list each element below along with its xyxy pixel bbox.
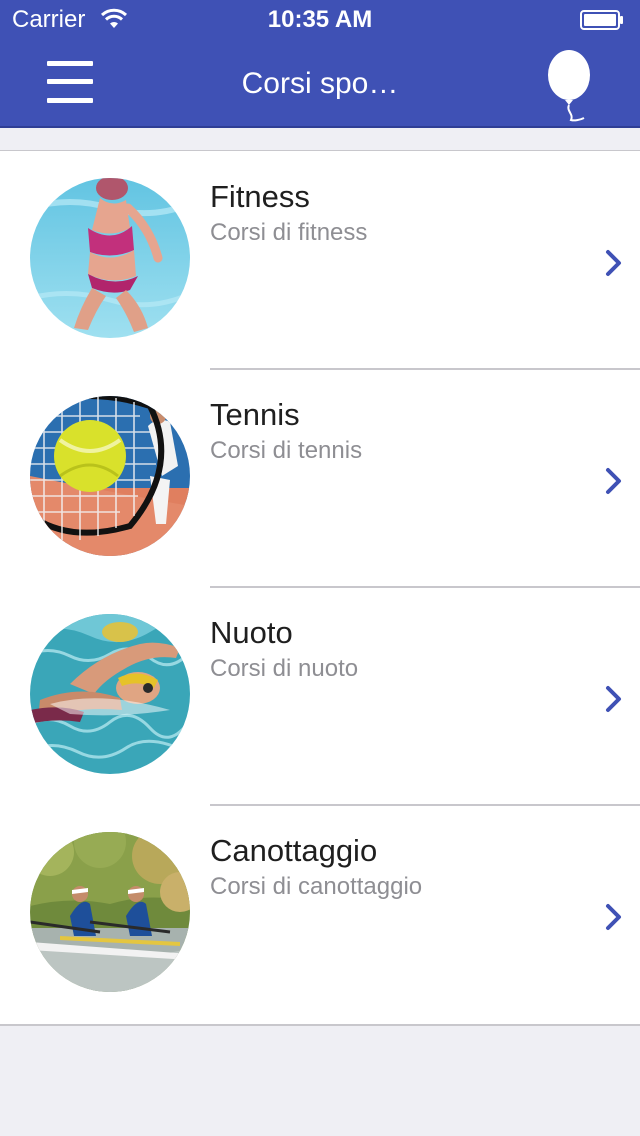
app-screen: Carrier 10:35 AM Corsi spo… Fitness Cors…	[0, 0, 640, 1136]
list-item-fitness[interactable]: Fitness Corsi di fitness	[0, 151, 640, 370]
chevron-right-icon	[606, 686, 621, 712]
status-bar: Carrier 10:35 AM	[0, 0, 640, 40]
balloon-icon[interactable]	[536, 48, 606, 122]
chevron-right-icon	[606, 468, 621, 494]
list-item-title: Fitness	[210, 179, 310, 214]
status-time: 10:35 AM	[267, 6, 373, 33]
nav-bar: Corsi spo…	[0, 40, 640, 128]
list-item-subtitle: Corsi di canottaggio	[210, 873, 423, 900]
courses-list: Fitness Corsi di fitness Tennis Corsi di…	[0, 150, 640, 1026]
menu-button[interactable]	[34, 50, 106, 114]
chevron-right-icon	[606, 250, 621, 276]
swimming-photo	[30, 614, 190, 774]
page-title: Corsi spo…	[241, 67, 399, 100]
rowing-photo	[30, 832, 190, 992]
menu-icon	[47, 61, 93, 103]
list-item-canottaggio[interactable]: Canottaggio Corsi di canottaggio	[0, 805, 640, 1023]
list-item-title: Tennis	[210, 397, 300, 432]
list-item-nuoto[interactable]: Nuoto Corsi di nuoto	[0, 587, 640, 806]
battery-icon	[580, 10, 623, 30]
list-item-subtitle: Corsi di nuoto	[210, 655, 359, 682]
chevron-right-icon	[606, 904, 621, 930]
list-item-title: Canottaggio	[210, 833, 378, 868]
list-item-title: Nuoto	[210, 615, 293, 650]
tennis-photo	[30, 396, 190, 556]
header: Carrier 10:35 AM Corsi spo…	[0, 0, 640, 128]
fitness-photo	[30, 178, 190, 338]
list-item-subtitle: Corsi di tennis	[210, 437, 363, 464]
list-item-subtitle: Corsi di fitness	[210, 219, 368, 246]
list-item-tennis[interactable]: Tennis Corsi di tennis	[0, 369, 640, 588]
